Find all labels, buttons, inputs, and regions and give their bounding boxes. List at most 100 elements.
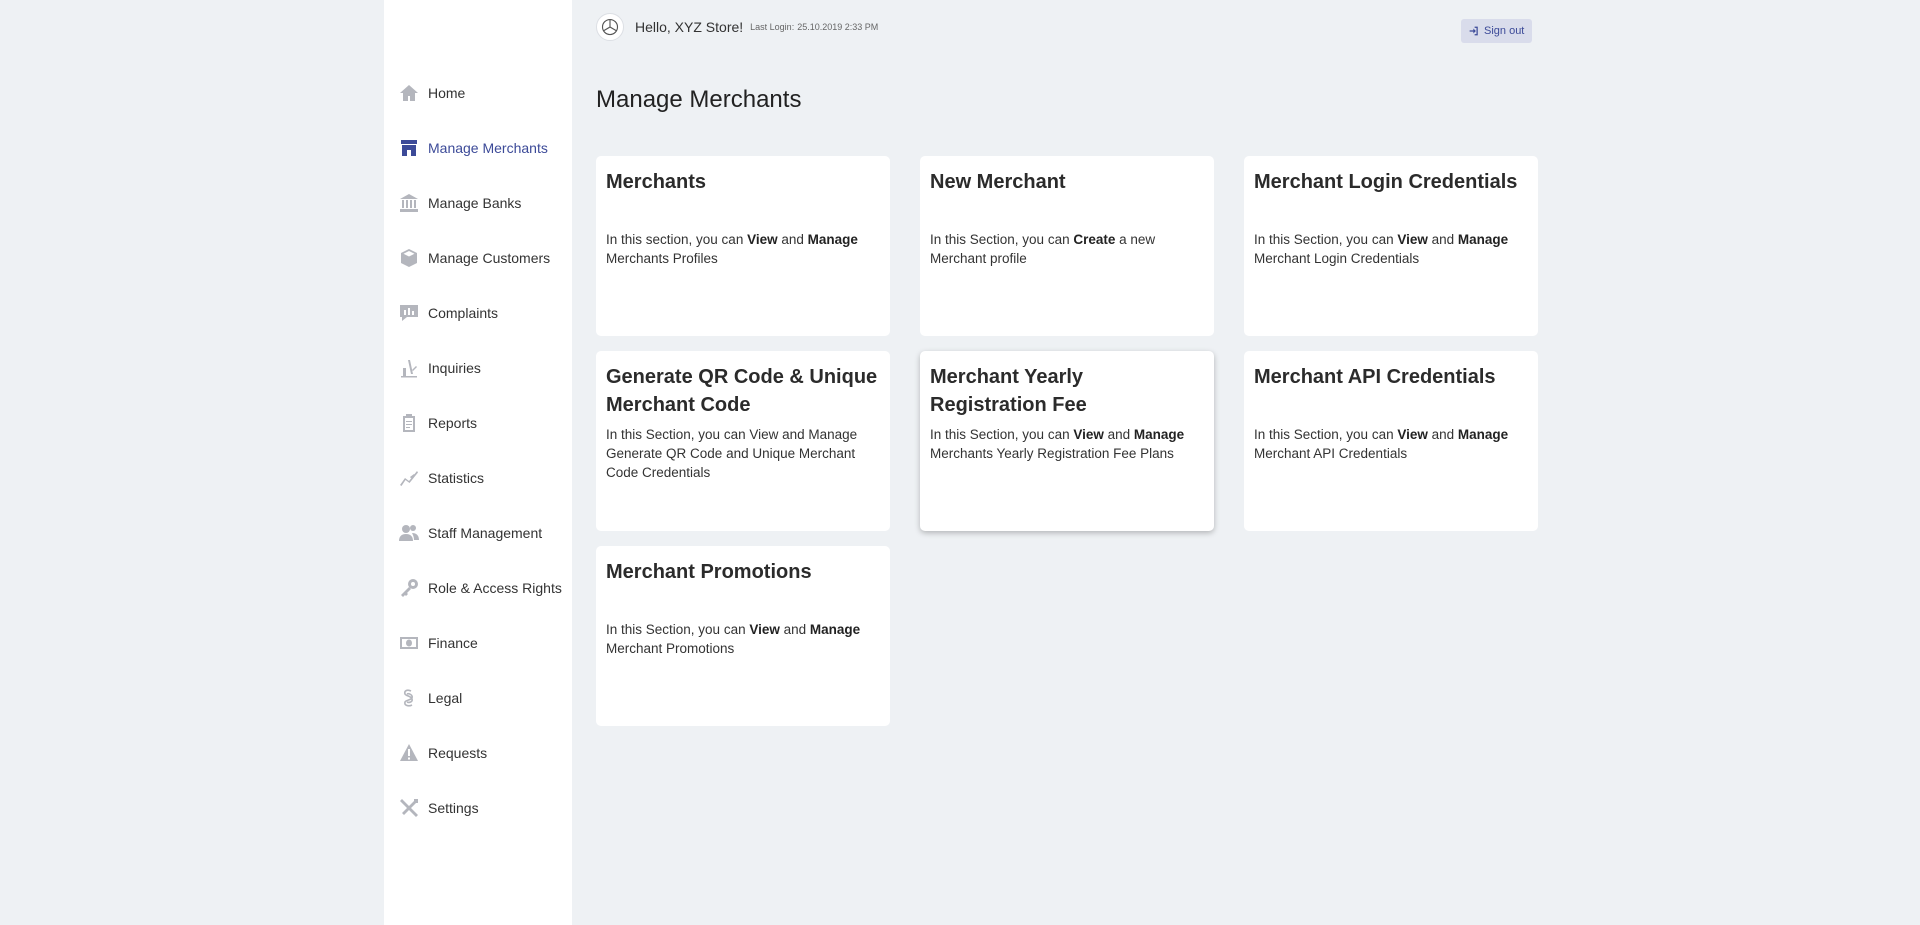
card-description-keyword: View: [749, 622, 780, 637]
last-login-value: 25.10.2019 2:33 PM: [797, 22, 879, 32]
card-description: In this Section, you can View and Manage…: [606, 620, 880, 658]
sidebar-item-statistics[interactable]: Statistics: [398, 450, 572, 505]
sidebar-item-manage-merchants[interactable]: Manage Merchants: [398, 120, 572, 175]
sidebar-item-finance[interactable]: Finance: [398, 615, 572, 670]
card-merchant-yearly-registration-fee[interactable]: Merchant Yearly Registration Fee In this …: [920, 351, 1214, 531]
key-icon: [398, 577, 420, 599]
card-description-text: In this Section, you can: [1254, 232, 1398, 247]
sidebar-item-label: Statistics: [428, 469, 485, 486]
user-bar: Hello, XYZ Store! Last Login: 25.10.2019 …: [596, 13, 878, 41]
card-generate-qr-code-and-unique-merchant-code[interactable]: Generate QR Code & Unique Merchant Code I…: [596, 351, 890, 531]
tools-icon: [398, 797, 420, 819]
sidebar-item-label: Settings: [428, 799, 479, 816]
card-description: In this Section, you can Create a new Me…: [930, 230, 1204, 268]
last-login: Last Login: 25.10.2019 2:33 PM: [750, 22, 878, 32]
card-description-text: Merchant API Credentials: [1254, 446, 1408, 461]
bank-icon: [398, 192, 420, 214]
sidebar-item-manage-banks[interactable]: Manage Banks: [398, 175, 572, 230]
sidebar-item-label: Manage Merchants: [428, 139, 548, 156]
card-description-keyword: View: [1397, 427, 1428, 442]
greeting: Hello, XYZ Store!: [635, 19, 744, 35]
card-description-text: and: [1427, 427, 1458, 442]
card-title: Merchant Yearly Registration Fee: [930, 366, 1087, 416]
card-description-text: In this Section, you can View and Manage…: [606, 427, 858, 480]
card-description-keyword: View: [747, 232, 778, 247]
sidebar-item-label: Finance: [428, 634, 478, 651]
sidebar-item-inquiries[interactable]: Inquiries: [398, 340, 572, 395]
card-description: In this Section, you can View and Manage…: [930, 425, 1204, 463]
money-icon: [398, 632, 420, 654]
card-new-merchant[interactable]: New Merchant In this Section, you can Cre…: [920, 156, 1214, 336]
card-title: Merchant Promotions: [606, 561, 812, 583]
card-description-text: In this Section, you can: [930, 232, 1074, 247]
card-description-text: and: [777, 232, 808, 247]
card-description-text: In this Section, you can: [606, 622, 750, 637]
warning-icon: [398, 742, 420, 764]
card-description-text: and: [1427, 232, 1458, 247]
card-merchants[interactable]: Merchants In this section, you can View a…: [596, 156, 890, 336]
sidebar-item-staff-management[interactable]: Staff Management: [398, 505, 572, 560]
card-description-text: In this Section, you can: [1254, 427, 1398, 442]
sidebar-item-settings[interactable]: Settings: [398, 780, 572, 835]
sidebar-item-label: Manage Customers: [428, 249, 551, 266]
sidebar-item-reports[interactable]: Reports: [398, 395, 572, 450]
sidebar-item-requests[interactable]: Requests: [398, 725, 572, 780]
card-description: In this Section, you can View and Manage…: [606, 425, 880, 482]
card-description-keyword: Manage: [809, 622, 861, 637]
store-icon: [398, 137, 420, 159]
home-icon: [398, 82, 420, 104]
card-description-text: Merchant Promotions: [606, 641, 735, 656]
card-description: In this section, you can View and Manage…: [606, 230, 880, 268]
sidebar-nav: Home Manage Merchants Manage Banks Manage C…: [398, 65, 572, 835]
box-icon: [398, 247, 420, 269]
sign-in-icon: [1469, 26, 1478, 36]
sidebar-item-label: Role & Access Rights: [428, 579, 562, 596]
card-description-text: Merchant Login Credentials: [1254, 251, 1420, 266]
card-description-keyword: Manage: [807, 232, 858, 247]
sign-out-button[interactable]: Sign out: [1461, 19, 1533, 43]
card-description-text: and: [1103, 427, 1134, 442]
sidebar-item-label: Manage Banks: [428, 194, 522, 211]
card-description-text: Merchants Yearly Registration Fee Plans: [930, 446, 1174, 461]
card-description-text: In this Section, you can: [930, 427, 1074, 442]
card-description-keyword: Create: [1073, 232, 1116, 247]
card-title: Merchant Login Credentials: [1254, 171, 1518, 193]
avatar[interactable]: [596, 13, 624, 41]
page-title: Manage Merchants: [596, 86, 802, 113]
chart-line-icon: [398, 467, 420, 489]
card-title: Merchants: [606, 171, 707, 193]
sidebar-item-legal[interactable]: Legal: [398, 670, 572, 725]
logo-icon: [601, 18, 619, 36]
card-title: Merchant API Credentials: [1254, 366, 1496, 388]
sidebar: Home Manage Merchants Manage Banks Manage C…: [384, 0, 572, 925]
sidebar-item-label: Reports: [428, 414, 478, 431]
card-description-text: In this section, you can: [606, 232, 748, 247]
sidebar-item-label: Complaints: [428, 304, 499, 321]
card-description: In this Section, you can View and Manage…: [1254, 230, 1528, 268]
card-merchant-api-credentials[interactable]: Merchant API Credentials In this Section,…: [1244, 351, 1538, 531]
sidebar-item-manage-customers[interactable]: Manage Customers: [398, 230, 572, 285]
sidebar-item-label: Home: [428, 84, 466, 101]
last-login-label: Last Login:: [750, 22, 795, 32]
card-description: In this Section, you can View and Manage…: [1254, 425, 1528, 463]
card-description-text: and: [779, 622, 810, 637]
card-description-keyword: View: [1073, 427, 1104, 442]
sidebar-item-label: Staff Management: [428, 524, 543, 541]
sidebar-item-complaints[interactable]: Complaints: [398, 285, 572, 340]
card-title: New Merchant: [930, 171, 1066, 193]
card-merchant-login-credentials[interactable]: Merchant Login Credentials In this Sectio…: [1244, 156, 1538, 336]
card-description-text: Merchants Profiles: [606, 251, 718, 266]
card-merchant-promotions[interactable]: Merchant Promotions In this Section, you …: [596, 546, 890, 726]
sidebar-item-role-and-access-rights[interactable]: Role & Access Rights: [398, 560, 572, 615]
inquiry-icon: [398, 357, 420, 379]
users-icon: [398, 522, 420, 544]
main-content: Hello, XYZ Store! Last Login: 25.10.2019 …: [572, 0, 1572, 925]
sign-out-label: Sign out: [1484, 25, 1525, 37]
complaint-icon: [398, 302, 420, 324]
card-description-keyword: View: [1397, 232, 1428, 247]
card-description-keyword: Manage: [1457, 427, 1509, 442]
sidebar-item-home[interactable]: Home: [398, 65, 572, 120]
sidebar-item-label: Inquiries: [428, 359, 481, 376]
sidebar-item-label: Requests: [428, 744, 488, 761]
card-description-keyword: Manage: [1457, 232, 1509, 247]
